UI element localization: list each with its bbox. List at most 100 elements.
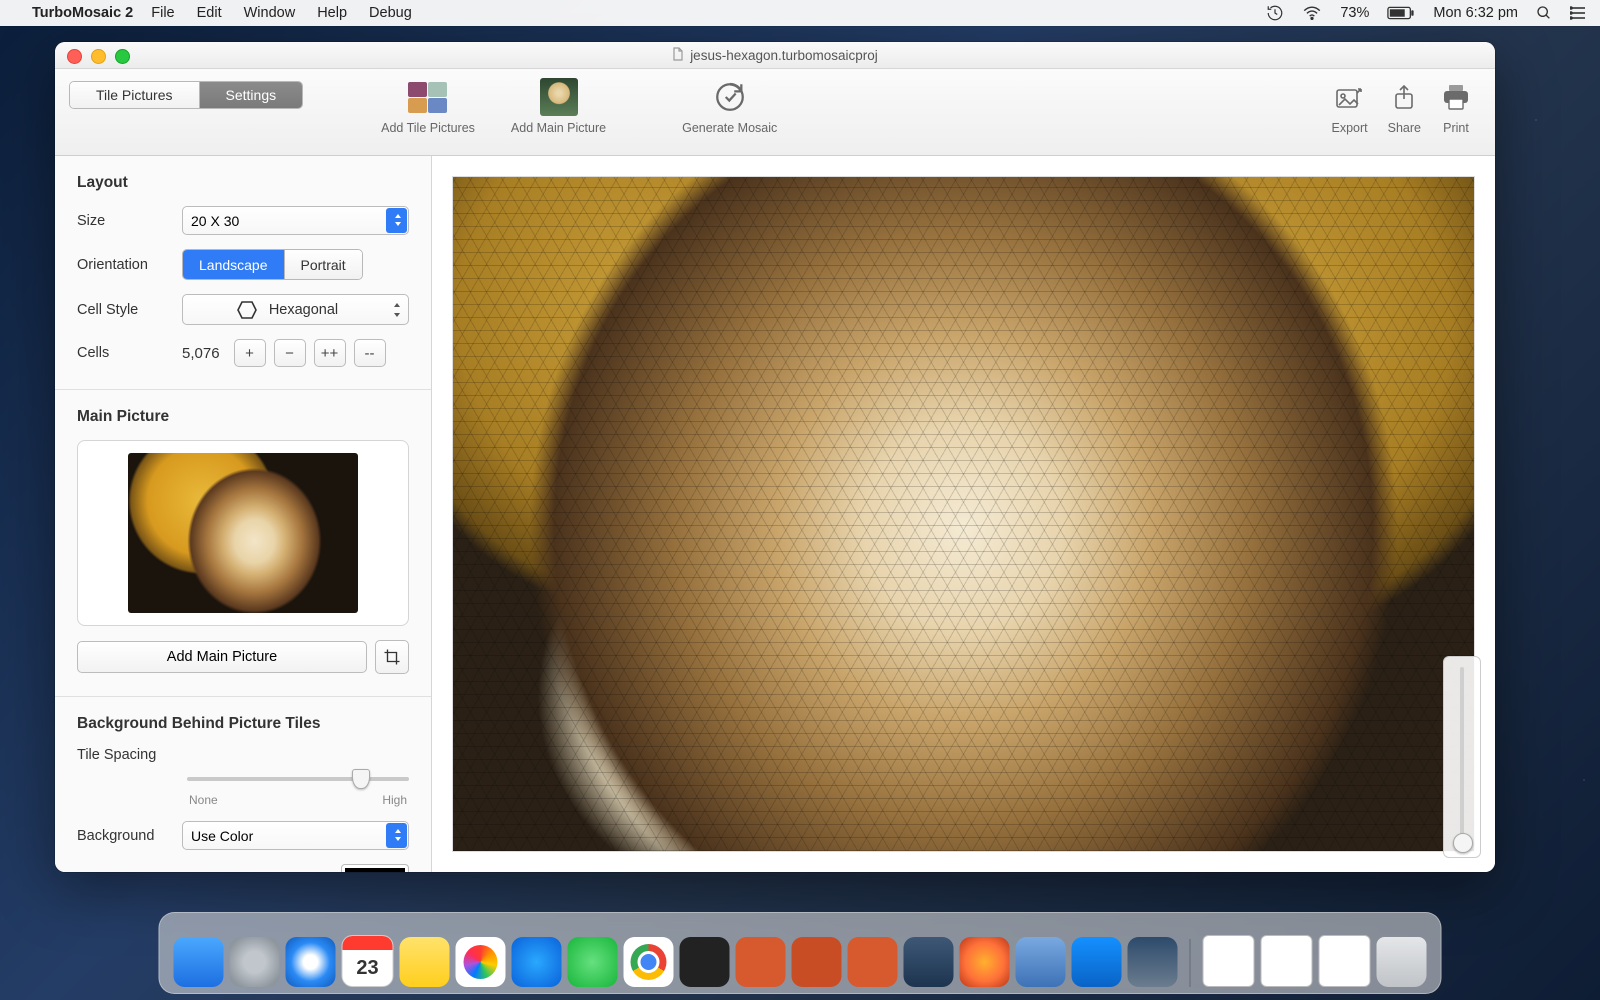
size-select[interactable]: 20 X 30 — [182, 206, 409, 235]
cells-plus[interactable]: + — [234, 339, 266, 367]
notification-center-icon[interactable] — [1570, 6, 1586, 20]
battery-icon[interactable] — [1387, 6, 1415, 20]
generate-mosaic-label: Generate Mosaic — [682, 121, 777, 135]
dock-app-notes[interactable] — [400, 937, 450, 987]
dock-app-terminal[interactable] — [680, 937, 730, 987]
tab-settings[interactable]: Settings — [200, 82, 303, 108]
crop-button[interactable] — [375, 640, 409, 674]
main-picture-preview[interactable] — [77, 440, 409, 626]
dock: 23 — [159, 912, 1442, 994]
dock-app-chrome[interactable] — [624, 937, 674, 987]
menu-help[interactable]: Help — [317, 5, 347, 21]
section-background-heading: Background Behind Picture Tiles — [77, 715, 409, 733]
window-minimize-button[interactable] — [91, 49, 106, 64]
dock-app-art[interactable] — [1128, 937, 1178, 987]
dock-app-messages[interactable] — [568, 937, 618, 987]
wifi-icon[interactable] — [1302, 6, 1322, 20]
background-mode-label: Background — [77, 828, 182, 844]
canvas-area — [432, 156, 1495, 872]
tab-tile-pictures[interactable]: Tile Pictures — [70, 82, 200, 108]
tile-spacing-none: None — [189, 793, 218, 807]
menubar-clock[interactable]: Mon 6:32 pm — [1433, 5, 1518, 21]
dock-app-firefox[interactable] — [960, 937, 1010, 987]
dock-app-finder[interactable] — [174, 937, 224, 987]
dock-app-launchpad[interactable] — [230, 937, 280, 987]
section-layout-heading: Layout — [77, 174, 409, 192]
battery-percent: 73% — [1340, 5, 1369, 21]
dock-doc-1[interactable] — [1203, 935, 1255, 987]
dock-app-calendar[interactable]: 23 — [342, 935, 394, 987]
add-main-picture-button[interactable]: Add Main Picture — [511, 77, 606, 135]
cells-label: Cells — [77, 345, 182, 361]
print-button[interactable]: Print — [1441, 77, 1471, 135]
dock-app-photos[interactable] — [456, 937, 506, 987]
window-controls — [67, 49, 130, 64]
orientation-label: Orientation — [77, 257, 182, 273]
add-main-picture-label: Add Main Picture — [511, 121, 606, 135]
background-color-well[interactable] — [341, 864, 409, 872]
generate-icon — [713, 77, 747, 117]
section-main-picture-heading: Main Picture — [77, 408, 409, 426]
menu-file[interactable]: File — [151, 5, 174, 21]
dock-app-p1[interactable] — [736, 937, 786, 987]
dock-app-xcode[interactable] — [1072, 937, 1122, 987]
cellstyle-select[interactable]: Hexagonal — [182, 294, 409, 325]
zoom-knob[interactable] — [1453, 833, 1473, 853]
add-tile-pictures-button[interactable]: Add Tile Pictures — [381, 77, 475, 135]
background-mode-select[interactable]: Use Color — [182, 821, 409, 850]
tile-spacing-slider[interactable] — [187, 769, 409, 789]
app-window: jesus-hexagon.turbomosaicproj Tile Pictu… — [55, 42, 1495, 872]
background-color-swatch — [345, 868, 405, 872]
share-label: Share — [1388, 121, 1421, 135]
menu-edit[interactable]: Edit — [197, 5, 222, 21]
orientation-portrait[interactable]: Portrait — [285, 250, 362, 279]
printer-icon — [1441, 77, 1471, 117]
cells-value: 5,076 — [182, 345, 220, 362]
timemachine-icon[interactable] — [1266, 4, 1284, 22]
dock-doc-3[interactable] — [1319, 935, 1371, 987]
menu-window[interactable]: Window — [244, 5, 296, 21]
dock-trash[interactable] — [1377, 937, 1427, 987]
export-label: Export — [1332, 121, 1368, 135]
tile-spacing-knob[interactable] — [352, 769, 370, 789]
mosaic-preview[interactable] — [452, 176, 1475, 852]
dock-separator — [1190, 939, 1191, 987]
dock-app-safari[interactable] — [286, 937, 336, 987]
orientation-landscape[interactable]: Landscape — [183, 250, 285, 279]
share-icon — [1389, 77, 1419, 117]
dock-app-p2[interactable] — [792, 937, 842, 987]
crop-icon — [383, 648, 401, 666]
document-icon — [672, 47, 684, 64]
window-titlebar: jesus-hexagon.turbomosaicproj — [55, 42, 1495, 69]
main-picture-thumb — [128, 453, 358, 613]
spotlight-icon[interactable] — [1536, 5, 1552, 21]
add-tile-pictures-label: Add Tile Pictures — [381, 121, 475, 135]
tiles-icon — [408, 82, 448, 113]
export-button[interactable]: Export — [1332, 77, 1368, 135]
menu-debug[interactable]: Debug — [369, 5, 412, 21]
toolbar: Tile Pictures Settings Add Tile Pictures… — [55, 69, 1495, 156]
window-zoom-button[interactable] — [115, 49, 130, 64]
dock-app-generic2[interactable] — [1016, 937, 1066, 987]
settings-sidebar[interactable]: Layout Size 20 X 30 Orientation Land — [55, 156, 432, 872]
cellstyle-label: Cell Style — [77, 302, 182, 318]
window-title: jesus-hexagon.turbomosaicproj — [690, 48, 878, 63]
hexagon-icon — [237, 301, 257, 319]
dock-app-generic1[interactable] — [904, 937, 954, 987]
cells-plus-plus[interactable]: ++ — [314, 339, 346, 367]
dock-app-p3[interactable] — [848, 937, 898, 987]
zoom-slider[interactable] — [1443, 656, 1481, 858]
section-layout: Layout Size 20 X 30 Orientation Land — [55, 156, 431, 390]
tile-spacing-high: High — [382, 793, 407, 807]
dock-doc-2[interactable] — [1261, 935, 1313, 987]
app-name[interactable]: TurboMosaic 2 — [32, 5, 133, 21]
cells-minus[interactable]: − — [274, 339, 306, 367]
add-main-picture-button[interactable]: Add Main Picture — [77, 641, 367, 673]
generate-mosaic-button[interactable]: Generate Mosaic — [682, 77, 777, 135]
dock-app-appstore[interactable] — [512, 937, 562, 987]
cells-minus-minus[interactable]: -- — [354, 339, 386, 367]
window-close-button[interactable] — [67, 49, 82, 64]
cellstyle-value: Hexagonal — [269, 302, 338, 318]
portrait-icon — [540, 78, 578, 116]
share-button[interactable]: Share — [1388, 77, 1421, 135]
